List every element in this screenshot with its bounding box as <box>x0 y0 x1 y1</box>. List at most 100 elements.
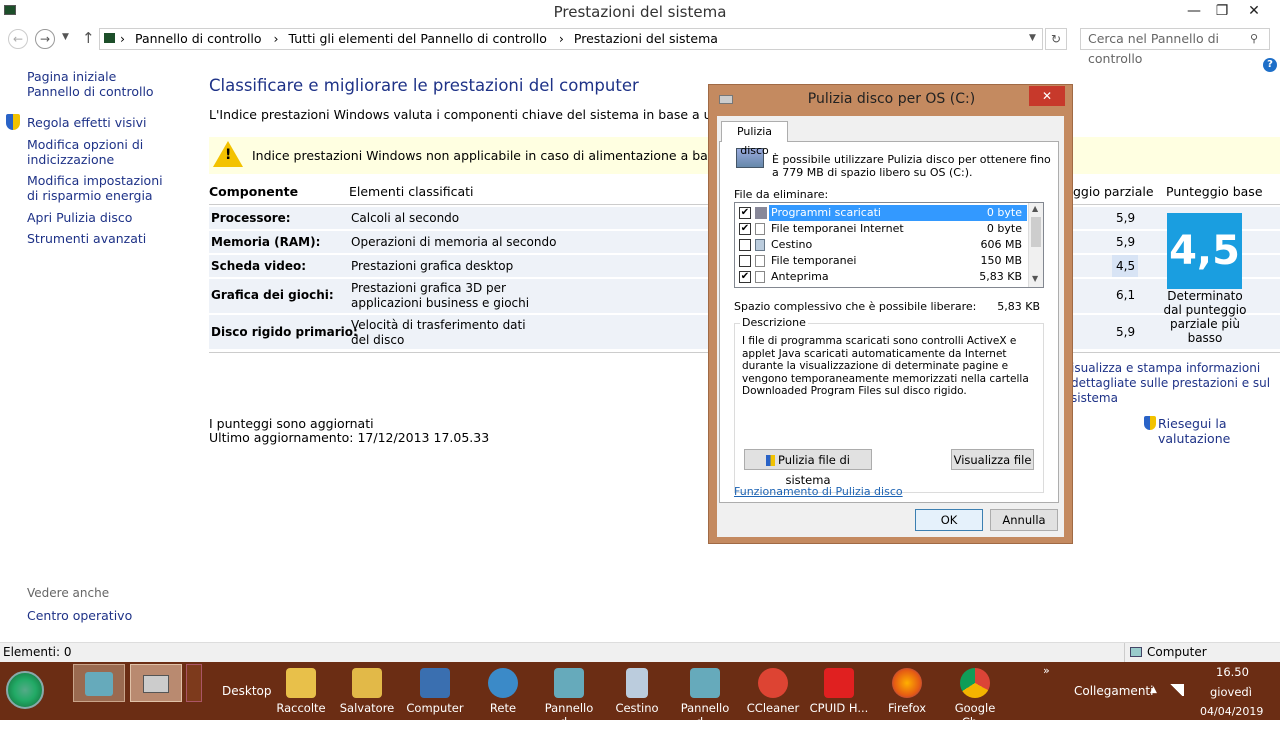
list-item[interactable]: Cestino 606 MB <box>735 237 1028 253</box>
recent-pages-chevron-icon[interactable]: ▼ <box>62 32 69 42</box>
uac-shield-icon <box>765 455 775 466</box>
start-button[interactable] <box>6 671 44 709</box>
list-item[interactable]: File temporanei 150 MB <box>735 253 1028 269</box>
ok-button[interactable]: OK <box>915 509 983 531</box>
refresh-icon[interactable]: ↻ <box>1045 28 1067 50</box>
forward-button[interactable]: → <box>35 29 55 49</box>
see-also-action-center[interactable]: Centro operativo <box>27 608 132 623</box>
sidebar-item-advanced-tools[interactable]: Strumenti avanzati <box>27 231 177 246</box>
base-score-tile: 4,5 <box>1167 213 1242 289</box>
item-checkbox[interactable]: ✔ <box>739 223 751 235</box>
clock-date[interactable]: 04/04/2019 <box>1200 705 1263 718</box>
taskbar-raccolte[interactable]: Raccolte <box>270 664 332 718</box>
taskbar-overflow[interactable] <box>186 664 202 702</box>
taskbar: Desktop Raccolte Salvatore Computer Rete… <box>0 662 1280 729</box>
breadcrumb-all-items[interactable]: Tutti gli elementi del Pannello di contr… <box>289 31 547 46</box>
taskbar-control-panel-active[interactable] <box>73 664 125 702</box>
cancel-button[interactable]: Annulla <box>990 509 1058 531</box>
list-item[interactable]: ✔ Anteprima 5,83 KB <box>735 269 1028 285</box>
item-checkbox[interactable] <box>739 239 751 251</box>
last-update-text: Ultimo aggiornamento: 17/12/2013 17.05.3… <box>209 430 490 445</box>
list-item[interactable]: ✔ File temporanei Internet 0 byte <box>735 221 1028 237</box>
help-icon[interactable]: ? <box>1263 58 1277 72</box>
computer-icon <box>1130 647 1142 657</box>
item-checkbox[interactable] <box>739 255 751 267</box>
print-details-link[interactable]: isualizza e stampa informazioni dettagli… <box>1071 361 1280 406</box>
scroll-thumb[interactable] <box>1031 217 1041 247</box>
address-box[interactable]: › Pannello di controllo › Tutti gli elem… <box>99 28 1043 50</box>
breadcrumb-sep: › <box>558 31 564 46</box>
tab-disk-cleanup[interactable]: Pulizia disco <box>721 121 788 157</box>
taskbar-control-panel-1[interactable]: Pannello d... <box>538 664 600 729</box>
files-list[interactable]: ✔ Programmi scaricati 0 byte ✔ File temp… <box>734 202 1044 288</box>
total-value: 5,83 KB <box>997 300 1040 313</box>
row-score: 5,9 <box>1116 211 1136 225</box>
item-checkbox[interactable]: ✔ <box>739 271 751 283</box>
address-bar-row: ← → ▼ ↑ › Pannello di controllo › Tutti … <box>0 24 1280 66</box>
taskbar-chrome[interactable]: Google Ch... <box>942 664 1008 729</box>
item-name: Anteprima <box>771 270 829 283</box>
sidebar-item-indexing[interactable]: Modifica opzioni di indicizzazione <box>27 137 147 167</box>
clean-system-files-button[interactable]: Pulizia file di sistema <box>744 449 872 487</box>
taskbar-disk-cleanup-active[interactable] <box>130 664 182 702</box>
item-name: File temporanei <box>771 254 857 267</box>
view-files-button[interactable]: Visualizza file <box>951 449 1034 470</box>
help-link[interactable]: Funzionamento di Pulizia disco <box>734 485 903 498</box>
row-component: Grafica dei giochi: <box>211 288 334 302</box>
taskbar-ccleaner[interactable]: CCleaner <box>742 664 804 718</box>
taskbar-cpuid[interactable]: CPUID H... <box>808 664 870 718</box>
clock-time[interactable]: 16.50 <box>1216 665 1249 679</box>
taskbar-computer[interactable]: Computer <box>404 664 466 718</box>
breadcrumb-performance[interactable]: Prestazioni del sistema <box>574 31 718 46</box>
item-size: 5,83 KB <box>979 270 1022 283</box>
taskbar-label: CPUID H... <box>809 701 869 715</box>
scroll-down-icon[interactable]: ▼ <box>1032 274 1038 283</box>
total-label: Spazio complessivo che è possibile liber… <box>734 300 977 313</box>
list-scrollbar[interactable]: ▲ ▼ <box>1028 203 1043 287</box>
taskbar-rete[interactable]: Rete <box>472 664 534 718</box>
list-item[interactable]: ✔ Programmi scaricati 0 byte <box>735 205 1028 221</box>
taskbar-firefox[interactable]: Firefox <box>876 664 938 718</box>
rerun-link[interactable]: Riesegui la valutazione <box>1158 416 1280 446</box>
maximize-button[interactable]: ❐ <box>1208 0 1236 22</box>
breadcrumb-control-panel[interactable]: Pannello di controllo <box>135 31 262 46</box>
taskbar-desktop[interactable]: Desktop <box>222 684 272 698</box>
taskbar-label: Google Ch... <box>954 701 996 729</box>
control-panel-icon <box>690 668 720 698</box>
taskbar-recycle-bin[interactable]: Cestino <box>606 664 668 718</box>
taskbar-label: Pannello d... <box>680 701 730 729</box>
dialog-close-button[interactable]: ✕ <box>1029 86 1065 106</box>
taskbar-more-chevron-icon[interactable]: » <box>1043 664 1050 677</box>
row-component: Memoria (RAM): <box>211 235 321 249</box>
taskbar-label: Cestino <box>615 701 659 715</box>
page-title: Classificare e migliorare le prestazioni… <box>209 76 639 95</box>
scroll-up-icon[interactable]: ▲ <box>1032 204 1038 213</box>
row-score-lowest: 4,5 <box>1112 255 1138 277</box>
search-input[interactable]: Cerca nel Pannello di controllo <box>1080 28 1270 66</box>
links-toolbar[interactable]: Collegamenti <box>1074 684 1153 698</box>
item-size: 150 MB <box>980 254 1022 267</box>
clock-day[interactable]: giovedì <box>1210 685 1252 699</box>
sidebar-item-visual-effects[interactable]: Regola effetti visivi <box>27 115 177 130</box>
sidebar-item-disk-cleanup[interactable]: Apri Pulizia disco <box>27 210 177 225</box>
network-signal-icon[interactable] <box>1168 684 1184 696</box>
taskbar-salvatore[interactable]: Salvatore <box>336 664 398 718</box>
tray-up-arrow-icon[interactable]: ▲ <box>1150 685 1157 695</box>
control-panel-icon <box>104 33 115 43</box>
taskbar-label: CCleaner <box>746 701 800 715</box>
warning-mark: ! <box>225 147 232 163</box>
close-button[interactable]: ✕ <box>1240 0 1268 22</box>
dialog-title: Pulizia disco per OS (C:) <box>807 91 976 107</box>
minimize-button[interactable]: — <box>1180 0 1208 22</box>
row-component: Disco rigido primario: <box>211 325 358 339</box>
up-arrow-icon[interactable]: ↑ <box>82 29 95 47</box>
row-score: 5,9 <box>1116 325 1136 339</box>
sidebar-item-home[interactable]: Pagina iniziale Pannello di controllo <box>27 69 167 99</box>
sidebar-item-power[interactable]: Modifica impostazioni di risparmio energ… <box>27 173 177 203</box>
back-button[interactable]: ← <box>8 29 28 49</box>
taskbar-control-panel-2[interactable]: Pannello d... <box>674 664 736 729</box>
item-checkbox[interactable]: ✔ <box>739 207 751 219</box>
row-component: Processore: <box>211 211 291 225</box>
address-dropdown-icon[interactable]: ▼ <box>1029 33 1036 43</box>
item-icon <box>755 255 765 267</box>
